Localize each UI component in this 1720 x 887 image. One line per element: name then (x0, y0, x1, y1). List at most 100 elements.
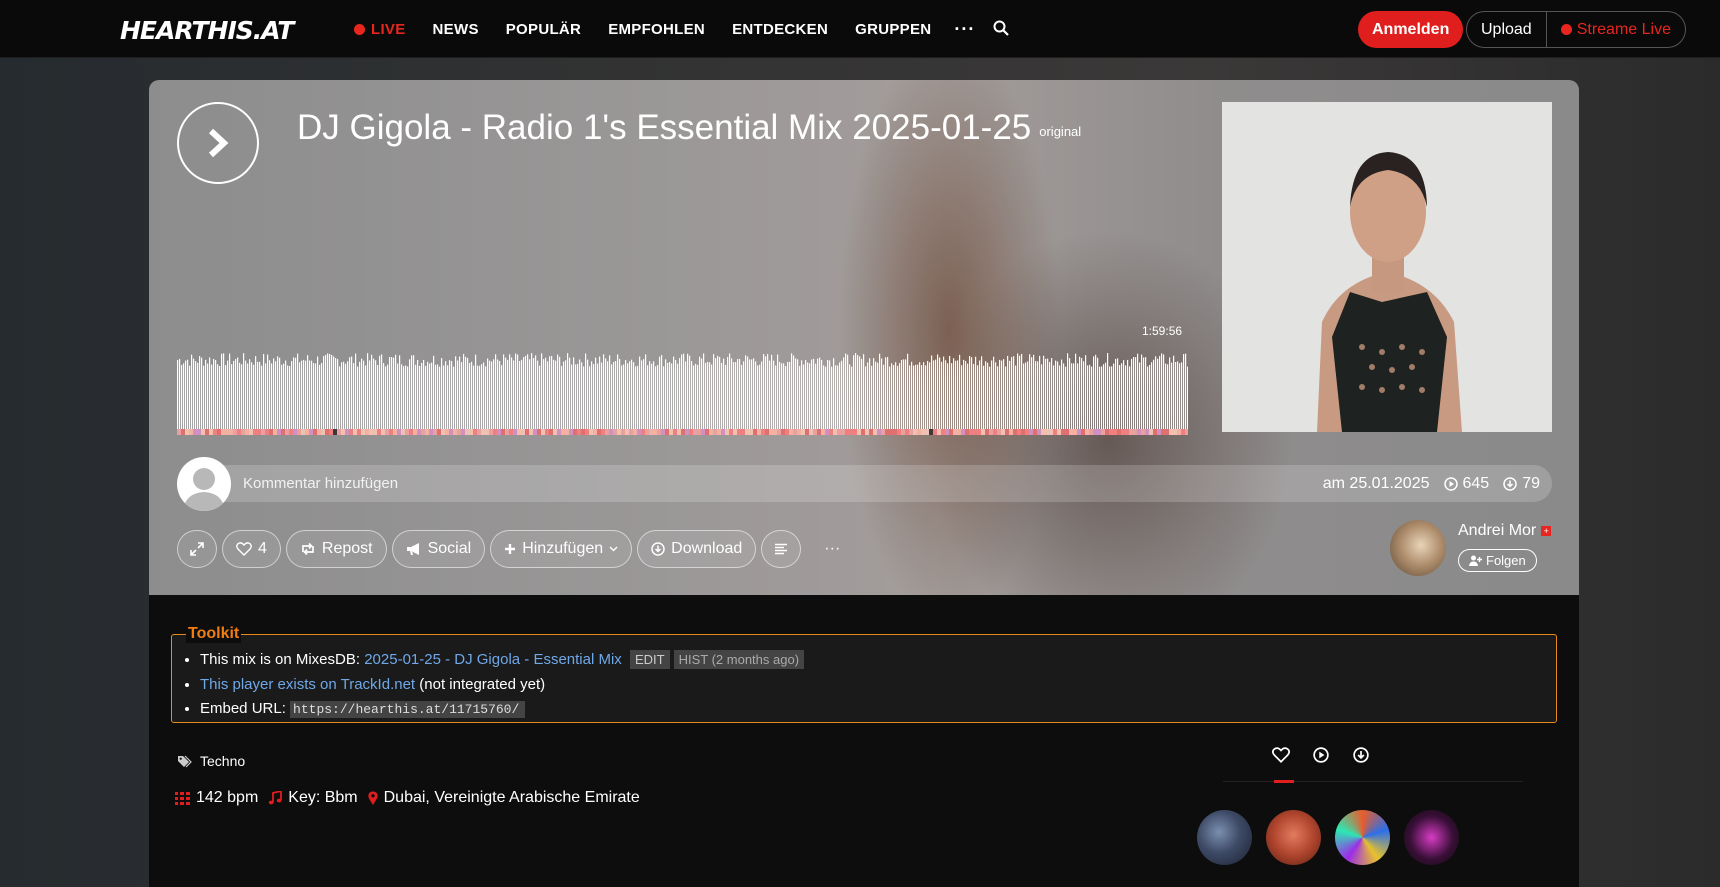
waveform-bar (475, 354, 477, 429)
social-button[interactable]: Social (391, 530, 486, 568)
nav-news[interactable]: NEWS (433, 21, 479, 38)
waveform-color-segment (429, 429, 433, 435)
tab-downloads[interactable] (1351, 745, 1371, 765)
stats-tabs (1271, 745, 1371, 765)
waveform-bar (225, 365, 227, 429)
waveform-bar (185, 360, 187, 429)
waveform-bar (695, 363, 697, 429)
login-button[interactable]: Anmelden (1358, 11, 1464, 48)
waveform-bar (699, 356, 701, 429)
liker-avatar[interactable] (1335, 810, 1390, 865)
user-avatar-placeholder (177, 457, 231, 511)
liker-avatar[interactable] (1266, 810, 1321, 865)
genre-tag[interactable]: Techno (200, 753, 245, 769)
waveform-bar (469, 363, 471, 429)
waveform-color-segment (865, 429, 869, 435)
waveform-bar (509, 354, 511, 429)
search-icon[interactable] (993, 20, 1009, 36)
nav-popular[interactable]: POPULÄR (506, 21, 581, 38)
upload-button[interactable]: Upload (1467, 12, 1546, 47)
waveform-bar (931, 355, 933, 429)
stream-live-button[interactable]: Streame Live (1545, 12, 1685, 47)
waveform-bar (591, 361, 593, 429)
liker-avatar[interactable] (1197, 810, 1252, 865)
artist-avatar[interactable] (1390, 520, 1446, 576)
repost-button[interactable]: Repost (285, 530, 387, 568)
tab-likes[interactable] (1271, 745, 1291, 765)
waveform-color-segment (209, 429, 213, 435)
add-to-button[interactable]: Hinzufügen (490, 530, 633, 568)
waveform-bar (917, 364, 919, 429)
waveform-bar (739, 358, 741, 429)
waveform-bar (1133, 357, 1135, 429)
waveform[interactable] (177, 353, 1188, 435)
waveform-color-segment (621, 429, 625, 435)
nav-live[interactable]: LIVE (354, 21, 406, 38)
nav-groups[interactable]: GRUPPEN (855, 21, 931, 38)
waveform-bar (757, 365, 759, 429)
trackid-link[interactable]: This player exists on TrackId.net (200, 676, 415, 693)
toolkit-trackid: This player exists on TrackId.net (not i… (200, 673, 804, 698)
play-button[interactable] (177, 102, 259, 184)
waveform-bar (555, 360, 557, 429)
waveform-color-segment (553, 429, 557, 435)
expand-button[interactable] (177, 530, 217, 568)
bpm-info: 142 bpm (175, 789, 258, 807)
waveform-color-segment (493, 429, 497, 435)
waveform-bar (811, 359, 813, 429)
mixesdb-link[interactable]: 2025-01-25 - DJ Gigola - Essential Mix (364, 651, 622, 668)
downloads-count: 79 (1503, 475, 1540, 493)
waveform-color-segment (289, 429, 293, 435)
waveform-bar (715, 358, 717, 429)
waveform-bar (871, 365, 873, 429)
waveform-bar (805, 360, 807, 429)
waveform-bar (929, 362, 931, 429)
waveform-color-segment (801, 429, 805, 435)
comment-input[interactable] (243, 465, 843, 502)
waveform-color-segment (557, 429, 561, 435)
waveform-color-segment (693, 429, 697, 435)
waveform-color-segment (357, 429, 361, 435)
waveform-color-segment (361, 429, 365, 435)
waveform-bar (303, 359, 305, 429)
artist-name[interactable]: Andrei Mor + (1458, 522, 1552, 540)
download-button[interactable]: Download (637, 530, 757, 568)
nav-more[interactable]: ··· (954, 19, 975, 40)
waveform-color-segment (765, 429, 769, 435)
plus-icon (505, 544, 516, 554)
waveform-bar (505, 357, 507, 429)
waveform-bar (679, 358, 681, 429)
waveform-bar (749, 359, 751, 429)
like-button[interactable]: 4 (222, 530, 281, 568)
tracklist-button[interactable] (761, 530, 802, 568)
follow-button[interactable]: Folgen (1458, 549, 1537, 572)
waveform-bar (969, 356, 971, 429)
waveform-bar (763, 354, 765, 429)
waveform-color-segment (1009, 429, 1013, 435)
waveform-bar (493, 359, 495, 429)
tab-plays[interactable] (1311, 745, 1331, 765)
liker-avatar[interactable] (1404, 810, 1459, 865)
waveform-bar (525, 355, 527, 429)
nav-discover[interactable]: ENTDECKEN (732, 21, 828, 38)
hist-tag[interactable]: HIST (2 months ago) (673, 650, 805, 669)
waveform-color-segment (409, 429, 413, 435)
waveform-bar (663, 366, 665, 429)
embed-url[interactable]: https://hearthis.at/11715760/ (290, 701, 526, 718)
edit-tag[interactable]: EDIT (629, 650, 670, 669)
waveform-bar (229, 353, 231, 429)
cover-image[interactable] (1222, 102, 1552, 432)
location-value[interactable]: Dubai, Vereinigte Arabische Emirate (384, 789, 640, 807)
nav-recommended[interactable]: EMPFOHLEN (608, 21, 705, 38)
repost-icon (302, 542, 314, 556)
waveform-bar (955, 360, 957, 429)
waveform-bar (325, 354, 327, 429)
waveform-color-segment (325, 429, 329, 435)
waveform-bar (233, 360, 235, 429)
site-logo[interactable]: HEARTHIS.AT (120, 16, 294, 45)
waveform-color-segment (425, 429, 429, 435)
more-actions-button[interactable]: ··· (824, 540, 840, 558)
waveform-color-segment (293, 429, 297, 435)
waveform-color-segment (785, 429, 789, 435)
waveform-color-segment (1069, 429, 1073, 435)
